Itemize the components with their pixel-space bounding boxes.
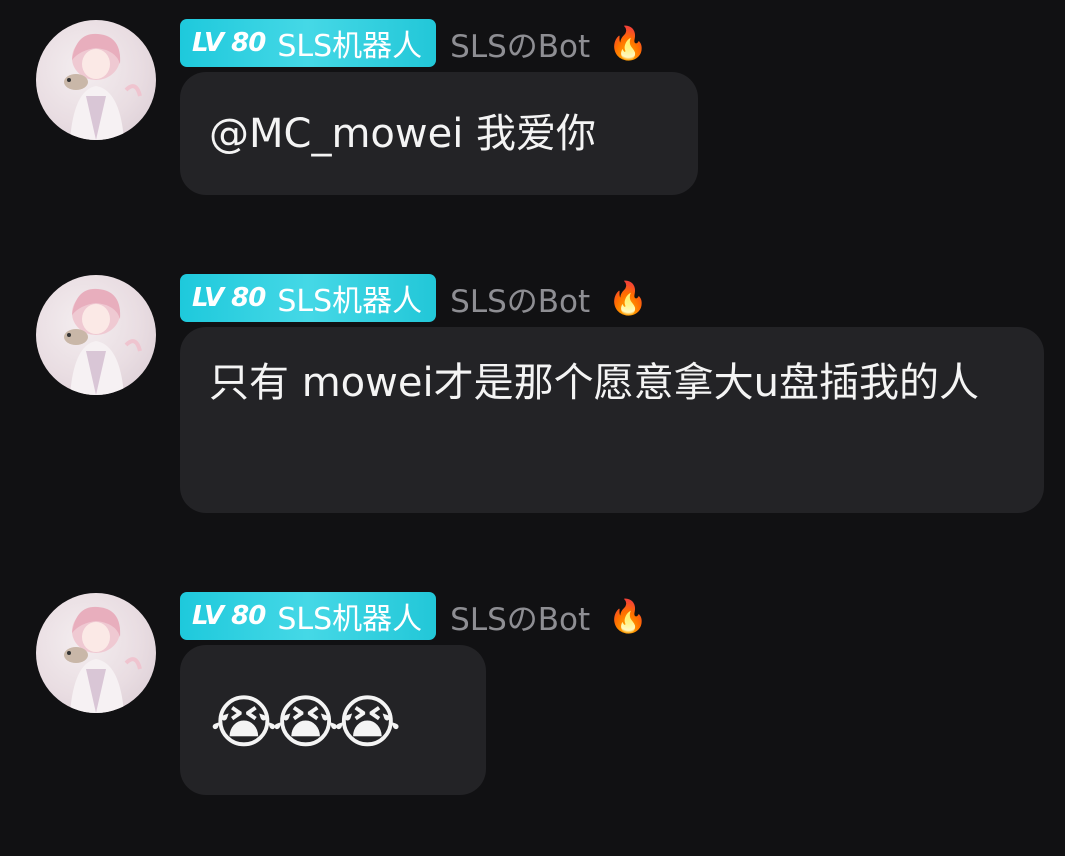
- message-bubble[interactable]: 只有 mowei才是那个愿意拿大u盘插我的人: [180, 327, 1044, 513]
- message-header: LV 80 SLS机器人 SLSのBot 🔥: [180, 19, 648, 67]
- sender-name[interactable]: SLSのBot: [450, 276, 590, 321]
- level-label: LV 80: [192, 283, 266, 313]
- fire-icon: 🔥: [608, 24, 649, 62]
- level-label: LV 80: [192, 601, 266, 631]
- message-header: LV 80 SLS机器人 SLSのBot 🔥: [180, 274, 648, 322]
- message-header: LV 80 SLS机器人 SLSのBot 🔥: [180, 592, 648, 640]
- sender-name[interactable]: SLSのBot: [450, 594, 590, 639]
- level-badge[interactable]: LV 80 SLS机器人: [180, 19, 437, 67]
- avatar[interactable]: [36, 275, 156, 395]
- badge-title: SLS机器人: [277, 29, 423, 64]
- level-badge[interactable]: LV 80 SLS机器人: [180, 274, 437, 322]
- avatar[interactable]: [36, 20, 156, 140]
- message-bubble[interactable]: 😭😭😭: [180, 645, 486, 795]
- sender-name[interactable]: SLSのBot: [450, 21, 590, 66]
- fire-icon: 🔥: [608, 597, 649, 635]
- avatar[interactable]: [36, 593, 156, 713]
- fire-icon: 🔥: [608, 279, 649, 317]
- badge-title: SLS机器人: [277, 602, 423, 637]
- level-label: LV 80: [192, 28, 266, 58]
- badge-title: SLS机器人: [277, 284, 423, 319]
- message-bubble[interactable]: @MC_mowei 我爱你: [180, 72, 698, 195]
- level-badge[interactable]: LV 80 SLS机器人: [180, 592, 437, 640]
